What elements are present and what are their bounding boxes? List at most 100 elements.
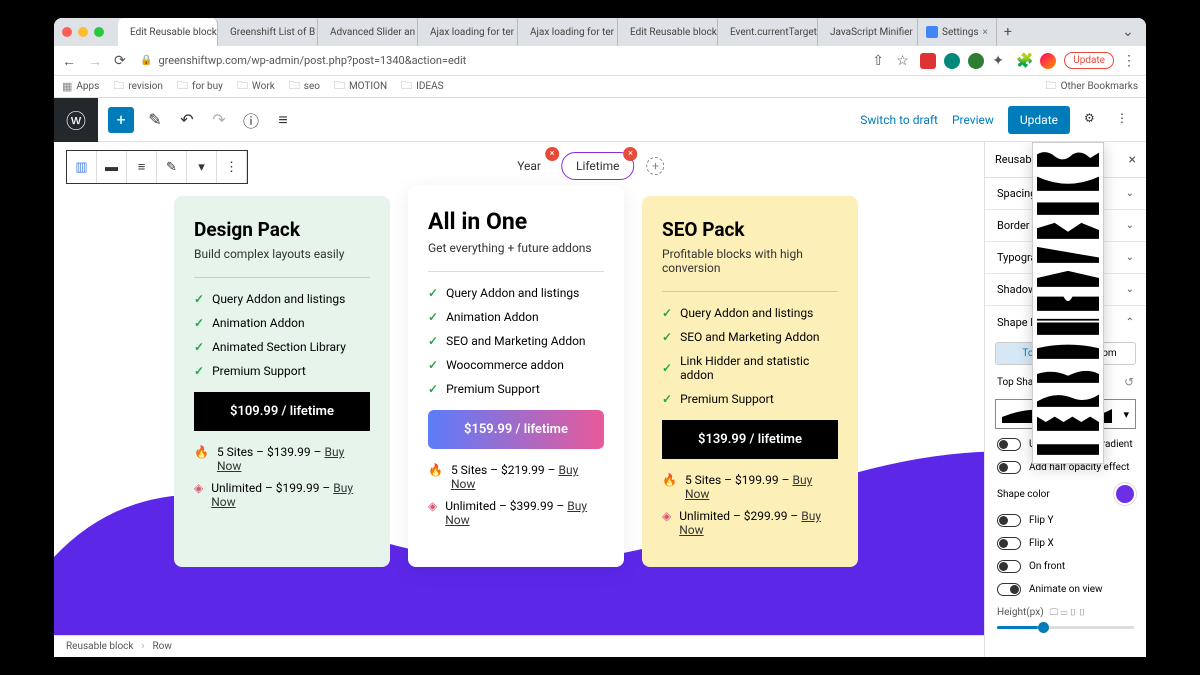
share-icon[interactable]: ⇧ bbox=[872, 53, 888, 69]
shape-option[interactable] bbox=[1037, 171, 1099, 193]
responsive-icons[interactable]: 🖵 ▭ ▯ ▯ bbox=[1050, 608, 1086, 618]
wordpress-logo[interactable]: ⓦ bbox=[54, 98, 98, 142]
more-icon[interactable]: ⋮ bbox=[217, 151, 247, 183]
maximize-window[interactable] bbox=[94, 27, 104, 37]
justify-icon[interactable]: ≡ bbox=[127, 151, 157, 183]
shape-option[interactable] bbox=[1037, 435, 1099, 457]
bookmark-folder[interactable]: 🗀MOTION bbox=[334, 77, 387, 96]
menu-icon[interactable]: ⋮ bbox=[1122, 53, 1138, 69]
tab-lifetime[interactable]: Lifetime× bbox=[561, 152, 635, 180]
other-bookmarks[interactable]: 🗀Other Bookmarks bbox=[1046, 77, 1138, 96]
bookmark-folder[interactable]: 🗀seo bbox=[289, 77, 320, 96]
pricing-card-all[interactable]: All in One Get everything + future addon… bbox=[408, 186, 624, 567]
shape-option[interactable] bbox=[1037, 387, 1099, 409]
feature-item: ✓Animation Addon bbox=[194, 316, 370, 330]
browser-tab[interactable]: Event.currentTarget× bbox=[718, 18, 818, 46]
chevron-down-icon[interactable]: ⌄ bbox=[1122, 24, 1138, 40]
back-button[interactable]: ← bbox=[62, 53, 78, 69]
extensions-icon[interactable]: ✦ bbox=[992, 53, 1008, 69]
pricing-card-seo[interactable]: SEO Pack Profitable blocks with high con… bbox=[642, 196, 858, 567]
toggle-flip-y[interactable] bbox=[997, 514, 1021, 527]
extension-icon[interactable] bbox=[944, 53, 960, 69]
list-view-icon[interactable]: ≡ bbox=[272, 109, 294, 131]
window-titlebar: Edit Reusable block× Greenshift List of … bbox=[54, 18, 1146, 46]
toggle-flip-x[interactable] bbox=[997, 537, 1021, 550]
breadcrumb-item[interactable]: Row bbox=[152, 641, 171, 652]
pricing-card-design[interactable]: Design Pack Build complex layouts easily… bbox=[174, 196, 390, 567]
bookmark-folder[interactable]: 🗀Work bbox=[237, 77, 275, 96]
style-icon[interactable]: ✎ bbox=[157, 151, 187, 183]
dropdown-icon[interactable]: ▾ bbox=[187, 151, 217, 183]
price-button[interactable]: $139.99 / lifetime bbox=[662, 420, 838, 459]
reload-button[interactable]: ⟳ bbox=[114, 53, 130, 69]
shape-option[interactable] bbox=[1037, 291, 1099, 313]
price-button[interactable]: $159.99 / lifetime bbox=[428, 410, 604, 449]
add-block-button[interactable]: + bbox=[108, 107, 134, 133]
toggle-advanced-gradient[interactable] bbox=[997, 438, 1021, 451]
shape-option[interactable] bbox=[1037, 219, 1099, 241]
extension-icon[interactable] bbox=[920, 53, 936, 69]
browser-tab[interactable]: Greenshift List of B× bbox=[218, 18, 318, 46]
close-window[interactable] bbox=[62, 27, 72, 37]
profile-avatar[interactable] bbox=[1040, 53, 1056, 69]
bookmark-folder[interactable]: 🗀IDEAS bbox=[401, 77, 443, 96]
offer-row: 🔥5 Sites – $139.99 – Buy Now bbox=[194, 445, 370, 473]
update-button[interactable]: Update bbox=[1008, 106, 1070, 134]
url-field[interactable]: 🔒greenshiftwp.com/wp-admin/post.php?post… bbox=[140, 54, 862, 67]
shape-option[interactable] bbox=[1037, 411, 1099, 433]
settings-icon[interactable]: ⚙ bbox=[1084, 111, 1102, 129]
close-sidebar-icon[interactable]: × bbox=[1129, 152, 1136, 168]
undo-button[interactable]: ↶ bbox=[176, 109, 198, 131]
shape-options-popup bbox=[1032, 142, 1104, 464]
browser-tab[interactable]: Ajax loading for ter× bbox=[418, 18, 518, 46]
remove-tab-icon[interactable]: × bbox=[624, 147, 638, 161]
shape-option[interactable] bbox=[1037, 315, 1099, 337]
check-icon: ✓ bbox=[194, 292, 204, 306]
redo-button[interactable]: ↷ bbox=[208, 109, 230, 131]
shape-option[interactable] bbox=[1037, 267, 1099, 289]
shape-option[interactable] bbox=[1037, 339, 1099, 361]
shape-option[interactable] bbox=[1037, 195, 1099, 217]
bookmarks-bar: ▦Apps 🗀revision 🗀for buy 🗀Work 🗀seo 🗀MOT… bbox=[54, 76, 1146, 98]
height-slider[interactable] bbox=[997, 626, 1134, 629]
price-button[interactable]: $109.99 / lifetime bbox=[194, 392, 370, 431]
new-tab-button[interactable]: + bbox=[997, 24, 1019, 40]
align-icon[interactable]: ▬ bbox=[97, 151, 127, 183]
star-icon[interactable]: ☆ bbox=[896, 53, 912, 69]
toggle-on-front[interactable] bbox=[997, 560, 1021, 573]
info-icon[interactable]: ⓘ bbox=[240, 109, 262, 131]
preview-button[interactable]: Preview bbox=[952, 113, 994, 127]
browser-update-button[interactable]: Update bbox=[1064, 52, 1114, 69]
remove-tab-icon[interactable]: × bbox=[545, 147, 559, 161]
switch-to-draft[interactable]: Switch to draft bbox=[860, 113, 938, 127]
add-tab-button[interactable]: + bbox=[647, 157, 665, 175]
edit-icon[interactable]: ✎ bbox=[144, 109, 166, 131]
apps-bookmark[interactable]: ▦Apps bbox=[62, 80, 99, 93]
browser-tab[interactable]: Edit Reusable block× bbox=[618, 18, 718, 46]
reset-icon[interactable]: ↺ bbox=[1124, 375, 1134, 389]
extension-icon[interactable] bbox=[968, 53, 984, 69]
tab-year[interactable]: Year× bbox=[503, 153, 555, 179]
bookmark-folder[interactable]: 🗀for buy bbox=[177, 77, 223, 96]
shape-option[interactable] bbox=[1037, 363, 1099, 385]
browser-tab[interactable]: JavaScript Minifier× bbox=[818, 18, 918, 46]
puzzle-icon[interactable]: 🧩 bbox=[1016, 53, 1032, 69]
shape-option[interactable] bbox=[1037, 243, 1099, 265]
browser-tab[interactable]: Edit Reusable block× bbox=[118, 18, 218, 46]
more-options-icon[interactable]: ⋮ bbox=[1116, 111, 1134, 129]
toggle-animate[interactable] bbox=[997, 583, 1021, 596]
offer-row: ◈Unlimited – $199.99 – Buy Now bbox=[194, 481, 370, 509]
browser-tab[interactable]: Settings× bbox=[918, 18, 997, 46]
browser-tab[interactable]: Advanced Slider an× bbox=[318, 18, 418, 46]
toggle-half-opacity[interactable] bbox=[997, 461, 1021, 474]
breadcrumb-item[interactable]: Reusable block bbox=[66, 641, 133, 652]
shape-option[interactable] bbox=[1037, 147, 1099, 169]
bookmark-folder[interactable]: 🗀revision bbox=[113, 77, 163, 96]
card-title: SEO Pack bbox=[662, 218, 838, 241]
minimize-window[interactable] bbox=[78, 27, 88, 37]
forward-button[interactable]: → bbox=[88, 53, 104, 69]
editor-canvas: ▥ ▬ ≡ ✎ ▾ ⋮ Year× Lifetime× + Design Pac… bbox=[54, 142, 1146, 657]
columns-icon[interactable]: ▥ bbox=[67, 151, 97, 183]
color-swatch[interactable] bbox=[1116, 485, 1134, 503]
browser-tab[interactable]: Ajax loading for ter× bbox=[518, 18, 618, 46]
